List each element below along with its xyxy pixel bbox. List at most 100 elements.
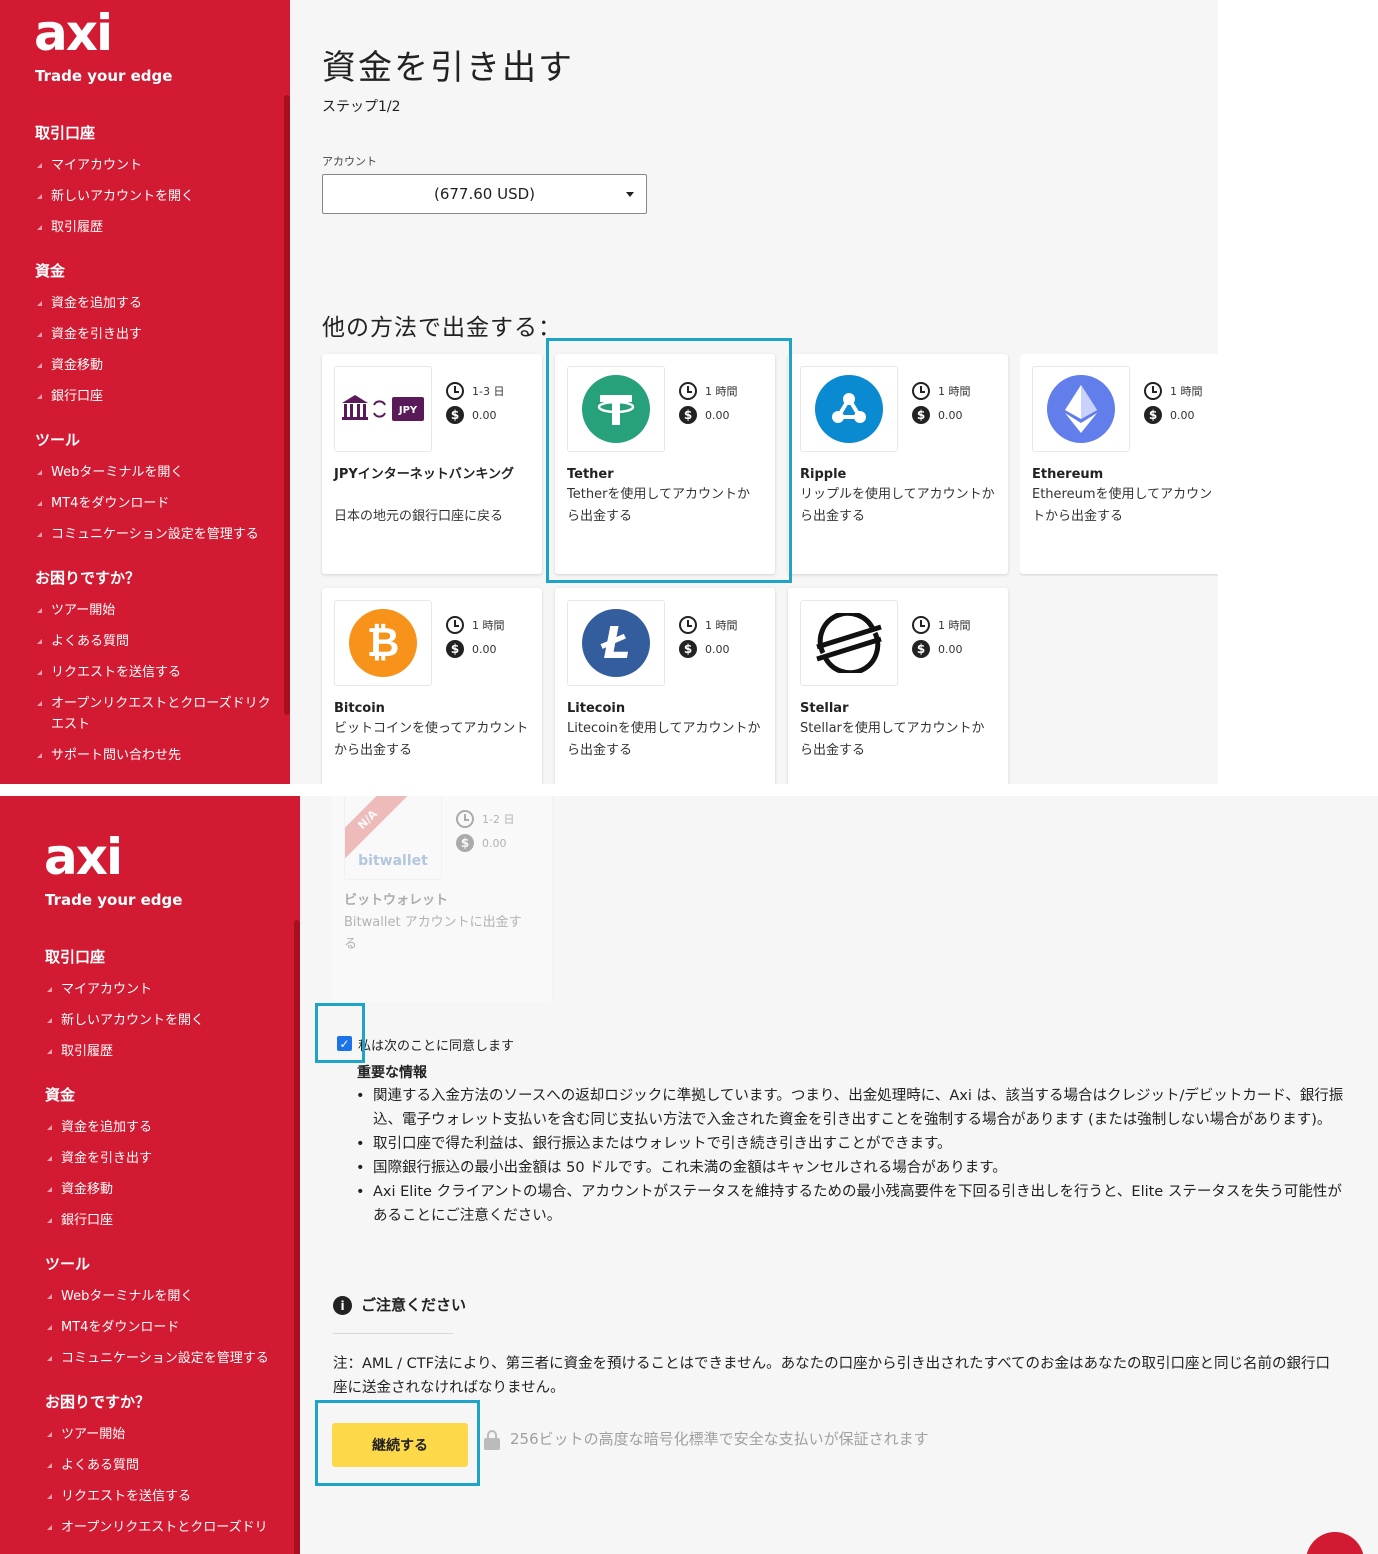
method-meta: 1 時間 $0.00 [912, 616, 971, 664]
caret-down-icon [626, 192, 634, 197]
card-clip: N/A bitwallet 1-2 日 $0.00 ビットウォレット Bitwa… [332, 796, 554, 1002]
sidebar-item-transfer-funds[interactable]: 資金移動 [35, 355, 275, 376]
sidebar-item-faq[interactable]: よくある質問 [45, 1455, 285, 1476]
method-card-jpy[interactable]: JPY 1-3 日 $0.00 JPYインターネットバンキング 日本の地元の銀行… [322, 354, 542, 574]
sidebar-item-my-account[interactable]: マイアカウント [35, 155, 275, 176]
sidebar-item-open-closed-requests[interactable]: オープンリクエストとクローズドリ [45, 1517, 285, 1538]
axi-logo[interactable]: axi [44, 832, 123, 882]
svg-text:JPY: JPY [398, 405, 418, 416]
sidebar-item-open-account[interactable]: 新しいアカウントを開く [35, 186, 275, 207]
method-desc: Ethereumを使用してアカウントから出金する [1032, 487, 1213, 524]
method-card-ripple[interactable]: 1 時間 $0.00 Ripple リップルを使用してアカウントから出金する [788, 354, 1008, 574]
method-desc: Litecoinを使用してアカウントから出金する [567, 721, 761, 758]
sidebar-item-withdraw-funds[interactable]: 資金を引き出す [45, 1148, 285, 1169]
sidebar-item-start-tour[interactable]: ツアー開始 [35, 600, 275, 621]
clock-icon [912, 616, 930, 634]
info-icon: i [333, 1296, 352, 1315]
sidebar-nav: 取引口座 マイアカウント 新しいアカウントを開く 取引履歴 資金 資金を追加する… [45, 946, 285, 1554]
sidebar-item-withdraw-funds[interactable]: 資金を引き出す [35, 324, 275, 345]
list-item: 関連する入金方法のソースへの返却ロジックに準拠しています。つまり、出金処理時に、… [356, 1084, 1346, 1132]
list-item: 国際銀行振込の最小出金額は 50 ドルです。これ未満の金額はキャンセルされる場合… [356, 1156, 1346, 1180]
bitwallet-icon: N/A bitwallet [344, 796, 442, 880]
sidebar: axi Trade your edge 取引口座 マイアカウント 新しいアカウン… [0, 796, 300, 1554]
sidebar-item-start-tour[interactable]: ツアー開始 [45, 1424, 285, 1445]
sidebar-item-web-terminal[interactable]: Webターミナルを開く [45, 1286, 285, 1307]
sidebar-item-web-terminal[interactable]: Webターミナルを開く [35, 462, 275, 483]
method-desc: 日本の地元の銀行口座に戻る [334, 509, 504, 524]
na-ribbon: N/A [345, 796, 408, 860]
sidebar: axi Trade your edge 取引口座 マイアカウント 新しいアカウン… [0, 0, 290, 784]
method-card-ethereum[interactable]: 1 時間 $0.00 Ethereum Ethereumを使用してアカウントから… [1020, 354, 1218, 574]
method-card-bitwallet[interactable]: N/A bitwallet 1-2 日 $0.00 ビットウォレット Bitwa… [332, 796, 552, 1002]
sidebar-scrollbar[interactable] [284, 95, 290, 715]
sidebar-item-bank-accounts[interactable]: 銀行口座 [45, 1210, 285, 1231]
method-meta: 1-2 日 $0.00 [456, 810, 514, 858]
method-card-stellar[interactable]: 1 時間 $0.00 Stellar Stellarを使用してアカウントから出金… [788, 588, 1008, 784]
sidebar-item-support-contact[interactable]: サポート問い合わせ先 [35, 745, 275, 766]
processing-time: 1 時間 [1170, 385, 1203, 398]
nav-group-help: お困りですか？ ツアー開始 よくある質問 リクエストを送信する オープンリクエス… [35, 567, 275, 766]
sidebar-scrollbar[interactable] [294, 920, 300, 1554]
sidebar-item-faq[interactable]: よくある質問 [35, 631, 275, 652]
divider [333, 1333, 453, 1334]
method-card-bitcoin[interactable]: ₿ 1 時間 $0.00 Bitcoin ビットコインを使ってアカウントから出金… [322, 588, 542, 784]
nav-group-help: お困りですか？ ツアー開始 よくある質問 リクエストを送信する オープンリクエス… [45, 1391, 285, 1538]
nav-section-title: 資金 [35, 262, 66, 280]
sidebar-item-send-request[interactable]: リクエストを送信する [45, 1486, 285, 1507]
processing-time: 1 時間 [472, 619, 505, 632]
sidebar-item-download-mt4[interactable]: MT4をダウンロード [45, 1317, 285, 1338]
method-name: ビットウォレット [344, 893, 449, 908]
important-info-list: 関連する入金方法のソースへの返却ロジックに準拠しています。つまり、出金処理時に、… [356, 1084, 1346, 1228]
method-name: Bitcoin [334, 701, 385, 716]
sidebar-item-add-funds[interactable]: 資金を追加する [35, 293, 275, 314]
sidebar-item-open-closed-requests[interactable]: オープンリクエストとクローズドリクエスト [35, 693, 275, 735]
litecoin-icon: Ł [567, 600, 665, 686]
ethereum-icon [1032, 366, 1130, 452]
clock-icon [679, 616, 697, 634]
sidebar-item-my-account[interactable]: マイアカウント [45, 979, 285, 1000]
sidebar-item-send-request[interactable]: リクエストを送信する [35, 662, 275, 683]
sidebar-item-communication-settings[interactable]: コミュニケーション設定を管理する [35, 524, 275, 545]
list-item: Axi Elite クライアントの場合、アカウントがステータスを維持するための最… [356, 1180, 1346, 1228]
page-title: 資金を引き出す [322, 48, 574, 88]
method-card-litecoin[interactable]: Ł 1 時間 $0.00 Litecoin Litecoinを使用してアカウント… [555, 588, 775, 784]
dollar-icon: $ [456, 834, 474, 852]
bank-jpy-icon: JPY [334, 366, 432, 452]
sidebar-item-communication-settings[interactable]: コミュニケーション設定を管理する [45, 1348, 285, 1369]
sidebar-item-transfer-funds[interactable]: 資金移動 [45, 1179, 285, 1200]
dollar-icon: $ [912, 640, 930, 658]
clock-icon [456, 810, 474, 828]
processing-time: 1 時間 [705, 619, 738, 632]
nav-section-title: お困りですか？ [45, 1393, 151, 1411]
sidebar-item-download-mt4[interactable]: MT4をダウンロード [35, 493, 275, 514]
dollar-icon: $ [912, 406, 930, 424]
account-label: アカウント [322, 155, 377, 168]
account-select[interactable]: (677.60 USD) [322, 174, 647, 214]
sidebar-item-bank-accounts[interactable]: 銀行口座 [35, 386, 275, 407]
sidebar-item-trade-history[interactable]: 取引履歴 [45, 1041, 285, 1062]
nav-group-accounts: 取引口座 マイアカウント 新しいアカウントを開く 取引履歴 [45, 946, 285, 1062]
processing-time: 1-3 日 [472, 385, 505, 398]
clock-icon [1144, 382, 1162, 400]
fee-value: 0.00 [705, 642, 730, 656]
method-meta: 1-3 日 $0.00 [446, 382, 504, 430]
sidebar-item-add-funds[interactable]: 資金を追加する [45, 1117, 285, 1138]
method-desc: Bitwallet アカウントに出金する [344, 915, 522, 952]
nav-group-funds: 資金 資金を追加する 資金を引き出す 資金移動 銀行口座 [45, 1084, 285, 1231]
nav-group-tools: ツール Webターミナルを開く MT4をダウンロード コミュニケーション設定を管… [35, 429, 275, 545]
sidebar-item-open-account[interactable]: 新しいアカウントを開く [45, 1010, 285, 1031]
notice-title: ご注意ください [361, 1296, 467, 1314]
method-desc: Stellarを使用してアカウントから出金する [800, 721, 985, 758]
method-meta: 1 時間 $0.00 [679, 616, 738, 664]
bitwallet-logo-text: bitwallet [358, 853, 428, 869]
agree-label: 私は次のことに同意します [358, 1039, 515, 1054]
fee-value: 0.00 [1170, 408, 1195, 422]
bitcoin-icon: ₿ [334, 600, 432, 686]
method-name: JPYインターネットバンキング [334, 467, 515, 482]
clock-icon [446, 616, 464, 634]
sidebar-item-trade-history[interactable]: 取引履歴 [35, 217, 275, 238]
fee-value: 0.00 [472, 642, 497, 656]
nav-section-title: ツール [45, 1255, 91, 1273]
method-name: Ripple [800, 467, 847, 482]
axi-logo[interactable]: axi [34, 8, 113, 58]
